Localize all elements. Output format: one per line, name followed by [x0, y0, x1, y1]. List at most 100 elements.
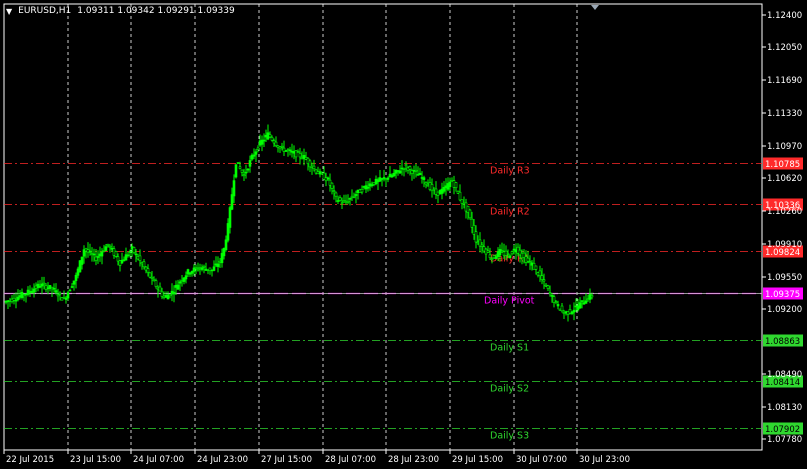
y-tick-label: 1.11690 — [767, 76, 802, 86]
candle-body — [124, 254, 128, 261]
candle-body — [100, 251, 104, 257]
candle-body — [348, 198, 352, 200]
candle-body — [158, 286, 162, 292]
candle-body — [82, 249, 86, 257]
candle-body — [500, 250, 504, 252]
candle-body — [338, 197, 342, 201]
candle-body — [488, 254, 492, 258]
candle-body — [164, 295, 168, 298]
candle-body — [132, 247, 136, 253]
candle-body — [578, 302, 582, 309]
candle-body — [198, 267, 202, 269]
level-label: Daily R2 — [490, 207, 530, 218]
candle-body — [118, 260, 122, 266]
candle-body — [182, 277, 186, 282]
candle-body — [218, 260, 222, 263]
chart-window[interactable]: Daily R3 1.10785 Daily R2 1.10336 Daily R1 1.… — [0, 0, 807, 469]
candle-body — [236, 162, 240, 164]
candle-body — [550, 295, 554, 297]
candle-body — [244, 171, 248, 174]
y-tick-label: 1.08130 — [767, 403, 802, 413]
time-axis[interactable]: 22 Jul 2015 23 Jul 15:00 24 Jul 07:00 24 Ju… — [3, 450, 630, 465]
dropdown-triangle-icon[interactable]: ▼ — [6, 7, 12, 16]
candle-body — [98, 253, 102, 257]
candle-body — [32, 288, 36, 293]
candle-body — [10, 298, 14, 302]
candle-body — [154, 280, 158, 287]
candle-body — [142, 261, 146, 268]
candle-body — [386, 177, 390, 180]
plot-area[interactable] — [3, 3, 763, 451]
candle-body — [102, 250, 106, 252]
x-tick-label: 28 Jul 07:00 — [325, 455, 376, 465]
candle-body — [112, 248, 116, 256]
candle-body — [232, 180, 236, 197]
price-chart[interactable]: Daily R31.10785Daily R21.10336Daily R11.… — [0, 0, 807, 469]
candle-body — [408, 166, 412, 170]
candle-body — [80, 256, 84, 265]
candle-body — [176, 284, 180, 290]
candle-body — [134, 253, 138, 256]
candle-body — [240, 169, 244, 173]
level-price-tag-text: 1.08863 — [765, 337, 800, 347]
candle-body — [332, 190, 336, 192]
level-label: Daily Pivot — [484, 296, 535, 307]
candle-body — [168, 293, 172, 297]
candle-body — [486, 250, 490, 253]
candle-body — [510, 251, 514, 255]
candle-body — [192, 267, 196, 272]
candle-body — [230, 194, 234, 210]
candle-body — [360, 188, 364, 193]
candle-body — [546, 285, 550, 289]
candle-body — [526, 257, 530, 262]
level-price-tag-text: 1.10785 — [765, 160, 800, 170]
candle-body — [108, 245, 112, 248]
candle-body — [480, 244, 484, 247]
candle-body — [490, 258, 494, 260]
candle-body — [114, 251, 118, 257]
candle-body — [212, 266, 216, 271]
candle-body — [14, 299, 18, 302]
candle-body — [78, 260, 82, 273]
candle-body — [414, 169, 418, 172]
candle-body — [38, 285, 42, 288]
candle-body — [366, 186, 370, 189]
candle-body — [56, 294, 60, 297]
candle-body — [52, 287, 56, 290]
candle-body — [556, 304, 560, 307]
candle-body — [224, 239, 228, 250]
candle-body — [548, 292, 552, 295]
candle-body — [144, 266, 148, 271]
y-tick-label: 1.10970 — [767, 142, 802, 152]
candle-body — [104, 246, 108, 251]
candle-body — [160, 291, 164, 297]
y-tick-label: 1.12400 — [767, 11, 802, 21]
candle-body — [128, 251, 132, 253]
x-tick-label: 23 Jul 15:00 — [70, 455, 121, 465]
candle-body — [250, 154, 254, 160]
candle-body — [86, 249, 90, 253]
candle-body — [70, 286, 74, 288]
candle-body — [190, 271, 194, 274]
candle-body — [346, 200, 350, 203]
candle-body — [186, 269, 190, 275]
candle-body — [200, 267, 204, 270]
level-label: Daily S3 — [490, 431, 529, 442]
candle-body — [136, 256, 140, 260]
candle-body — [222, 248, 226, 257]
candle-body — [474, 231, 478, 243]
x-tick-label: 27 Jul 15:00 — [261, 455, 312, 465]
x-tick-label: 22 Jul 2015 — [6, 455, 54, 465]
candle-body — [418, 172, 422, 175]
candle-body — [88, 250, 92, 253]
candle-body — [150, 276, 154, 279]
candle-body — [130, 246, 134, 250]
candle-body — [76, 268, 80, 276]
candle-body — [96, 256, 100, 258]
candle-body — [542, 279, 546, 282]
candle-body — [508, 255, 512, 259]
candle-body — [326, 177, 330, 180]
price-axis[interactable]: 1.12400 1.12050 1.11690 1.11330 1.10970 1.106… — [762, 11, 802, 445]
candle-body — [188, 272, 192, 275]
candle-body — [288, 149, 292, 152]
